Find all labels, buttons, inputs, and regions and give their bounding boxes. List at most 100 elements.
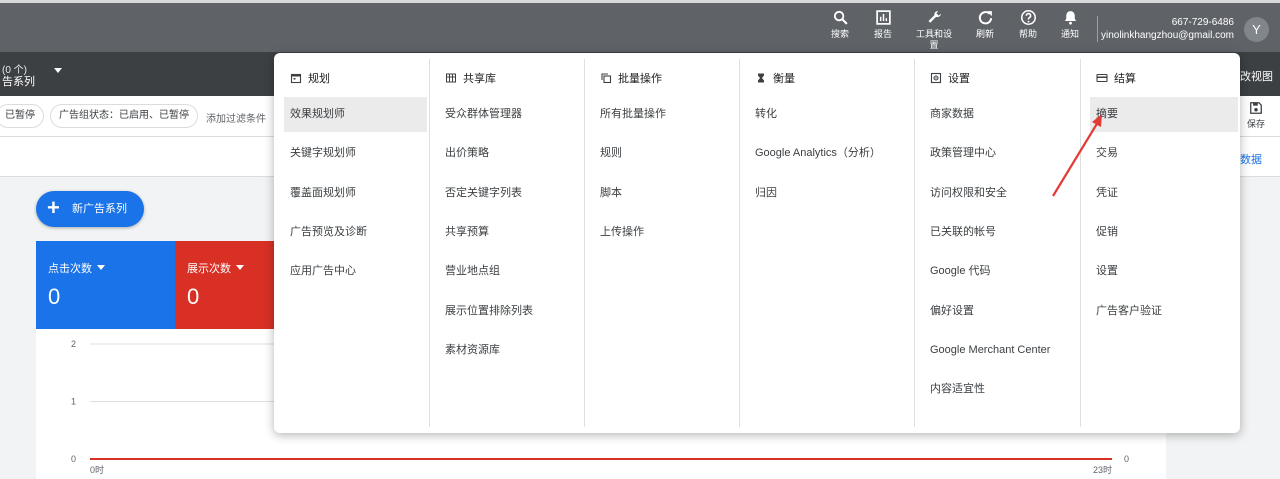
metric-impressions-label-wrap[interactable]: 展示次数 <box>187 260 244 276</box>
filter-chip-paused[interactable]: 已暂停 <box>0 104 44 128</box>
menu-item[interactable]: 摘要 <box>1090 97 1238 132</box>
menu-item[interactable]: Google 代码 <box>924 254 1078 289</box>
avatar[interactable]: Y <box>1244 17 1269 42</box>
notifications-button[interactable]: 通知 <box>1048 9 1092 40</box>
y-tick-label: 1 <box>71 397 76 407</box>
account-info[interactable]: 667-729-6486 yinolinkhangzhou@gmail.com <box>1101 16 1234 42</box>
menu-column-divider <box>914 59 915 427</box>
menu-item[interactable]: 偏好设置 <box>924 294 1078 329</box>
menu-item[interactable]: 覆盖面规划师 <box>284 176 427 211</box>
menu-column-title: 共享库 <box>463 73 496 85</box>
menu-column-header: 批量操作 <box>600 70 662 86</box>
menu-column-header: 衡量 <box>755 70 795 86</box>
copy-icon <box>601 73 612 84</box>
chevron-down-icon[interactable] <box>54 68 62 73</box>
menu-item[interactable]: 交易 <box>1090 136 1238 171</box>
save-button[interactable]: 保存 <box>1244 101 1268 130</box>
menu-item[interactable]: 凭证 <box>1090 176 1238 211</box>
wrench-icon <box>928 11 941 23</box>
metric-impressions-label: 展示次数 <box>187 263 231 275</box>
tools-settings-label: 工具和设置 <box>915 29 952 50</box>
y-tick-label: 0 <box>71 454 76 464</box>
menu-column-0: 规划效果规划师关键字规划师 覆盖面规划师 广告预览及诊断 应用广告中心 <box>274 53 429 433</box>
filter-chip-adgroup-status[interactable]: 广告组状态：已启用、已暂停 <box>50 104 198 128</box>
metric-clicks-label-wrap[interactable]: 点击次数 <box>48 260 105 276</box>
menu-item[interactable]: 展示位置排除列表 <box>439 294 582 329</box>
data-link[interactable]: 数据 <box>1240 151 1262 167</box>
library-icon <box>446 73 456 83</box>
credit-card-icon <box>1096 73 1108 83</box>
menu-column-3: 衡量转化 Google Analytics（分析） 归因 <box>739 53 914 433</box>
menu-column-divider <box>739 59 740 427</box>
menu-item[interactable]: 促销 <box>1090 215 1238 250</box>
reports-button[interactable]: 报告 <box>861 9 905 40</box>
account-id: 667-729-6486 <box>1171 17 1234 28</box>
account-email: yinolinkhangzhou@gmail.com <box>1101 30 1234 41</box>
menu-item[interactable]: 内容适宜性 <box>924 372 1078 407</box>
right-tick-label: 0 <box>1124 454 1129 464</box>
menu-item[interactable]: 受众群体管理器 <box>439 97 582 132</box>
menu-item[interactable]: 出价策略 <box>439 136 582 171</box>
calendar-icon <box>290 73 302 84</box>
refresh-label: 刷新 <box>975 29 994 39</box>
chevron-down-icon <box>236 265 244 270</box>
new-campaign-label: 新广告系列 <box>72 203 127 215</box>
menu-item[interactable]: 已关联的帐号 <box>924 215 1078 250</box>
menu-column-divider <box>584 59 585 427</box>
menu-item[interactable]: 共享预算 <box>439 215 582 250</box>
settings-box-icon <box>930 72 942 84</box>
tools-settings-button[interactable]: 工具和设置 <box>912 9 956 51</box>
chevron-down-icon <box>97 265 105 270</box>
change-view-label[interactable]: 改视图 <box>1240 68 1273 84</box>
notifications-label: 通知 <box>1060 29 1079 39</box>
search-button[interactable]: 搜索 <box>818 9 862 40</box>
new-campaign-button[interactable]: + 新广告系列 <box>36 191 144 227</box>
menu-column-title: 规划 <box>308 73 330 85</box>
menu-item[interactable]: 否定关键字列表 <box>439 176 582 211</box>
menu-item[interactable]: 规则 <box>594 136 737 171</box>
menu-item[interactable]: Google Merchant Center <box>924 333 1078 368</box>
menu-item[interactable]: 设置 <box>1090 254 1238 289</box>
menu-column-header: 共享库 <box>445 70 496 86</box>
menu-column-divider <box>429 59 430 427</box>
metric-clicks-label: 点击次数 <box>48 263 92 275</box>
metric-clicks-value: 0 <box>48 284 61 309</box>
menu-column-1: 共享库受众群体管理器 出价策略否定关键字列表 共享预算营业地点组展示位置排除列表 素材… <box>429 53 584 433</box>
menu-item[interactable]: 广告客户验证 <box>1090 294 1238 329</box>
menu-item[interactable]: 脚本 <box>594 176 737 211</box>
menu-item[interactable]: 营业地点组 <box>439 254 582 289</box>
search-label: 搜索 <box>830 29 849 39</box>
menu-item[interactable]: 效果规划师 <box>284 97 427 132</box>
menu-item[interactable]: 归因 <box>749 176 912 211</box>
menu-column-header: 设置 <box>930 70 970 86</box>
help-label: 帮助 <box>1018 29 1037 39</box>
help-button[interactable]: 帮助 <box>1006 9 1050 40</box>
menu-column-title: 批量操作 <box>618 73 662 85</box>
x-tick-label: 0时 <box>90 464 104 475</box>
menu-item[interactable]: 所有批量操作 <box>594 97 737 132</box>
menu-item[interactable]: 上传操作 <box>594 215 737 250</box>
reports-icon <box>875 10 891 25</box>
save-icon <box>1250 102 1262 114</box>
help-icon <box>1020 9 1036 26</box>
menu-column-2: 批量操作所有批量操作 规则脚本上传操作 <box>584 53 739 433</box>
menu-column-title: 结算 <box>1114 73 1136 85</box>
menu-item[interactable]: 素材资源库 <box>439 333 582 368</box>
x-tick-label: 23时 <box>1093 464 1112 475</box>
top-bar: 搜索 报告 工具和设置 刷新 帮助 通知 667-729-6486 yinoli… <box>0 0 1280 52</box>
campaign-selector-label[interactable]: 告系列 <box>2 73 35 89</box>
metric-clicks-card[interactable]: 点击次数 0 <box>36 241 175 329</box>
menu-column-title: 设置 <box>948 73 970 85</box>
menu-item[interactable]: 应用广告中心 <box>284 254 427 289</box>
menu-item[interactable]: 转化 <box>749 97 912 132</box>
menu-column-header: 结算 <box>1096 70 1136 86</box>
add-filter-link[interactable]: 添加过滤条件 <box>206 110 266 125</box>
menu-item[interactable]: 关键字规划师 <box>284 136 427 171</box>
menu-item[interactable]: 广告预览及诊断 <box>284 215 427 250</box>
refresh-button[interactable]: 刷新 <box>963 9 1007 40</box>
bell-icon <box>1064 11 1076 25</box>
annotation-arrow <box>1052 114 1102 197</box>
menu-item[interactable]: Google Analytics（分析） <box>749 136 912 171</box>
save-label: 保存 <box>1246 119 1265 129</box>
topbar-divider <box>1097 16 1098 42</box>
